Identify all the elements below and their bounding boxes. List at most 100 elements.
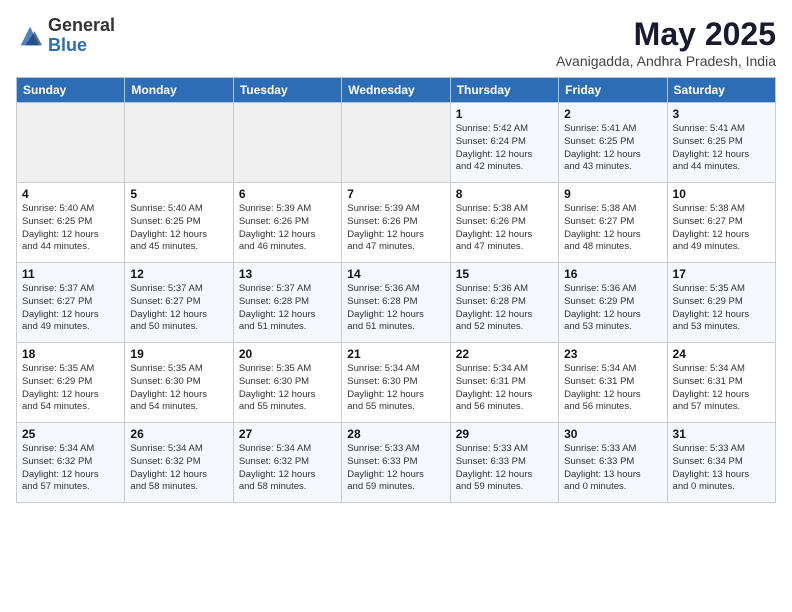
calendar-cell: 31 Sunrise: 5:33 AM Sunset: 6:34 PM Dayli… xyxy=(667,423,775,503)
calendar-cell: 10 Sunrise: 5:38 AM Sunset: 6:27 PM Dayli… xyxy=(667,183,775,263)
day-number: 14 xyxy=(347,267,444,281)
day-number: 11 xyxy=(22,267,119,281)
day-number: 19 xyxy=(130,347,227,361)
day-info: Sunrise: 5:36 AM Sunset: 6:29 PM Dayligh… xyxy=(564,283,661,334)
day-info: Sunrise: 5:33 AM Sunset: 6:34 PM Dayligh… xyxy=(673,443,770,494)
day-number: 10 xyxy=(673,187,770,201)
day-number: 30 xyxy=(564,427,661,441)
day-info: Sunrise: 5:40 AM Sunset: 6:25 PM Dayligh… xyxy=(22,203,119,254)
calendar-week-row: 1 Sunrise: 5:42 AM Sunset: 6:24 PM Daylig… xyxy=(17,103,776,183)
day-info: Sunrise: 5:40 AM Sunset: 6:25 PM Dayligh… xyxy=(130,203,227,254)
day-number: 28 xyxy=(347,427,444,441)
day-number: 26 xyxy=(130,427,227,441)
day-number: 18 xyxy=(22,347,119,361)
day-number: 27 xyxy=(239,427,336,441)
logo-icon xyxy=(16,22,44,50)
day-number: 9 xyxy=(564,187,661,201)
day-number: 16 xyxy=(564,267,661,281)
calendar-cell: 4 Sunrise: 5:40 AM Sunset: 6:25 PM Daylig… xyxy=(17,183,125,263)
location: Avanigadda, Andhra Pradesh, India xyxy=(556,53,776,69)
weekday-header-monday: Monday xyxy=(125,78,233,103)
logo-blue: Blue xyxy=(48,36,115,56)
day-number: 3 xyxy=(673,107,770,121)
day-info: Sunrise: 5:36 AM Sunset: 6:28 PM Dayligh… xyxy=(456,283,553,334)
weekday-header-saturday: Saturday xyxy=(667,78,775,103)
calendar-cell: 2Sunrise: 5:41 AM Sunset: 6:25 PM Daylig… xyxy=(559,103,667,183)
calendar-week-row: 11 Sunrise: 5:37 AM Sunset: 6:27 PM Dayli… xyxy=(17,263,776,343)
weekday-header-wednesday: Wednesday xyxy=(342,78,450,103)
calendar-cell: 14 Sunrise: 5:36 AM Sunset: 6:28 PM Dayli… xyxy=(342,263,450,343)
calendar-cell: 1 Sunrise: 5:42 AM Sunset: 6:24 PM Daylig… xyxy=(450,103,558,183)
day-info: Sunrise: 5:42 AM Sunset: 6:24 PM Dayligh… xyxy=(456,123,553,174)
day-number: 13 xyxy=(239,267,336,281)
month-title: May 2025 xyxy=(556,16,776,53)
calendar-cell: 15Sunrise: 5:36 AM Sunset: 6:28 PM Dayli… xyxy=(450,263,558,343)
day-info: Sunrise: 5:38 AM Sunset: 6:27 PM Dayligh… xyxy=(564,203,661,254)
calendar-cell: 13 Sunrise: 5:37 AM Sunset: 6:28 PM Dayli… xyxy=(233,263,341,343)
weekday-header-tuesday: Tuesday xyxy=(233,78,341,103)
page-header: General Blue May 2025 Avanigadda, Andhra… xyxy=(16,16,776,69)
calendar-cell: 5 Sunrise: 5:40 AM Sunset: 6:25 PM Daylig… xyxy=(125,183,233,263)
day-number: 12 xyxy=(130,267,227,281)
calendar-cell: 28Sunrise: 5:33 AM Sunset: 6:33 PM Dayli… xyxy=(342,423,450,503)
day-number: 6 xyxy=(239,187,336,201)
calendar-cell: 17 Sunrise: 5:35 AM Sunset: 6:29 PM Dayli… xyxy=(667,263,775,343)
logo-text: General Blue xyxy=(48,16,115,56)
calendar-cell xyxy=(125,103,233,183)
calendar-cell: 24Sunrise: 5:34 AM Sunset: 6:31 PM Dayli… xyxy=(667,343,775,423)
calendar-cell: 30 Sunrise: 5:33 AM Sunset: 6:33 PM Dayli… xyxy=(559,423,667,503)
calendar-week-row: 4 Sunrise: 5:40 AM Sunset: 6:25 PM Daylig… xyxy=(17,183,776,263)
day-info: Sunrise: 5:34 AM Sunset: 6:31 PM Dayligh… xyxy=(564,363,661,414)
day-info: Sunrise: 5:39 AM Sunset: 6:26 PM Dayligh… xyxy=(239,203,336,254)
day-info: Sunrise: 5:36 AM Sunset: 6:28 PM Dayligh… xyxy=(347,283,444,334)
day-number: 5 xyxy=(130,187,227,201)
calendar-cell xyxy=(233,103,341,183)
calendar-table: SundayMondayTuesdayWednesdayThursdayFrid… xyxy=(16,77,776,503)
calendar-cell: 12 Sunrise: 5:37 AM Sunset: 6:27 PM Dayli… xyxy=(125,263,233,343)
day-number: 23 xyxy=(564,347,661,361)
day-info: Sunrise: 5:33 AM Sunset: 6:33 PM Dayligh… xyxy=(564,443,661,494)
calendar-cell: 3 Sunrise: 5:41 AM Sunset: 6:25 PM Daylig… xyxy=(667,103,775,183)
calendar-cell: 7 Sunrise: 5:39 AM Sunset: 6:26 PM Daylig… xyxy=(342,183,450,263)
calendar-week-row: 18Sunrise: 5:35 AM Sunset: 6:29 PM Dayli… xyxy=(17,343,776,423)
day-number: 25 xyxy=(22,427,119,441)
weekday-header-row: SundayMondayTuesdayWednesdayThursdayFrid… xyxy=(17,78,776,103)
day-info: Sunrise: 5:37 AM Sunset: 6:28 PM Dayligh… xyxy=(239,283,336,334)
weekday-header-thursday: Thursday xyxy=(450,78,558,103)
weekday-header-sunday: Sunday xyxy=(17,78,125,103)
calendar-cell: 18Sunrise: 5:35 AM Sunset: 6:29 PM Dayli… xyxy=(17,343,125,423)
calendar-cell: 23 Sunrise: 5:34 AM Sunset: 6:31 PM Dayli… xyxy=(559,343,667,423)
day-info: Sunrise: 5:34 AM Sunset: 6:31 PM Dayligh… xyxy=(456,363,553,414)
calendar-cell: 16 Sunrise: 5:36 AM Sunset: 6:29 PM Dayli… xyxy=(559,263,667,343)
day-info: Sunrise: 5:34 AM Sunset: 6:32 PM Dayligh… xyxy=(130,443,227,494)
day-info: Sunrise: 5:41 AM Sunset: 6:25 PM Dayligh… xyxy=(673,123,770,174)
calendar-cell: 27Sunrise: 5:34 AM Sunset: 6:32 PM Dayli… xyxy=(233,423,341,503)
day-number: 4 xyxy=(22,187,119,201)
day-info: Sunrise: 5:35 AM Sunset: 6:29 PM Dayligh… xyxy=(673,283,770,334)
day-info: Sunrise: 5:38 AM Sunset: 6:27 PM Dayligh… xyxy=(673,203,770,254)
day-number: 1 xyxy=(456,107,553,121)
logo: General Blue xyxy=(16,16,115,56)
day-info: Sunrise: 5:39 AM Sunset: 6:26 PM Dayligh… xyxy=(347,203,444,254)
day-info: Sunrise: 5:35 AM Sunset: 6:30 PM Dayligh… xyxy=(239,363,336,414)
day-number: 31 xyxy=(673,427,770,441)
day-number: 17 xyxy=(673,267,770,281)
calendar-cell: 8Sunrise: 5:38 AM Sunset: 6:26 PM Daylig… xyxy=(450,183,558,263)
day-info: Sunrise: 5:33 AM Sunset: 6:33 PM Dayligh… xyxy=(456,443,553,494)
day-info: Sunrise: 5:34 AM Sunset: 6:32 PM Dayligh… xyxy=(22,443,119,494)
calendar-cell xyxy=(17,103,125,183)
day-info: Sunrise: 5:41 AM Sunset: 6:25 PM Dayligh… xyxy=(564,123,661,174)
day-info: Sunrise: 5:38 AM Sunset: 6:26 PM Dayligh… xyxy=(456,203,553,254)
day-number: 7 xyxy=(347,187,444,201)
day-info: Sunrise: 5:34 AM Sunset: 6:31 PM Dayligh… xyxy=(673,363,770,414)
calendar-week-row: 25 Sunrise: 5:34 AM Sunset: 6:32 PM Dayli… xyxy=(17,423,776,503)
calendar-cell: 20 Sunrise: 5:35 AM Sunset: 6:30 PM Dayli… xyxy=(233,343,341,423)
calendar-cell: 21Sunrise: 5:34 AM Sunset: 6:30 PM Dayli… xyxy=(342,343,450,423)
calendar-cell: 29 Sunrise: 5:33 AM Sunset: 6:33 PM Dayli… xyxy=(450,423,558,503)
calendar-cell: 25 Sunrise: 5:34 AM Sunset: 6:32 PM Dayli… xyxy=(17,423,125,503)
day-number: 20 xyxy=(239,347,336,361)
day-info: Sunrise: 5:37 AM Sunset: 6:27 PM Dayligh… xyxy=(130,283,227,334)
calendar-cell: 19Sunrise: 5:35 AM Sunset: 6:30 PM Dayli… xyxy=(125,343,233,423)
calendar-cell: 6 Sunrise: 5:39 AM Sunset: 6:26 PM Daylig… xyxy=(233,183,341,263)
day-number: 29 xyxy=(456,427,553,441)
